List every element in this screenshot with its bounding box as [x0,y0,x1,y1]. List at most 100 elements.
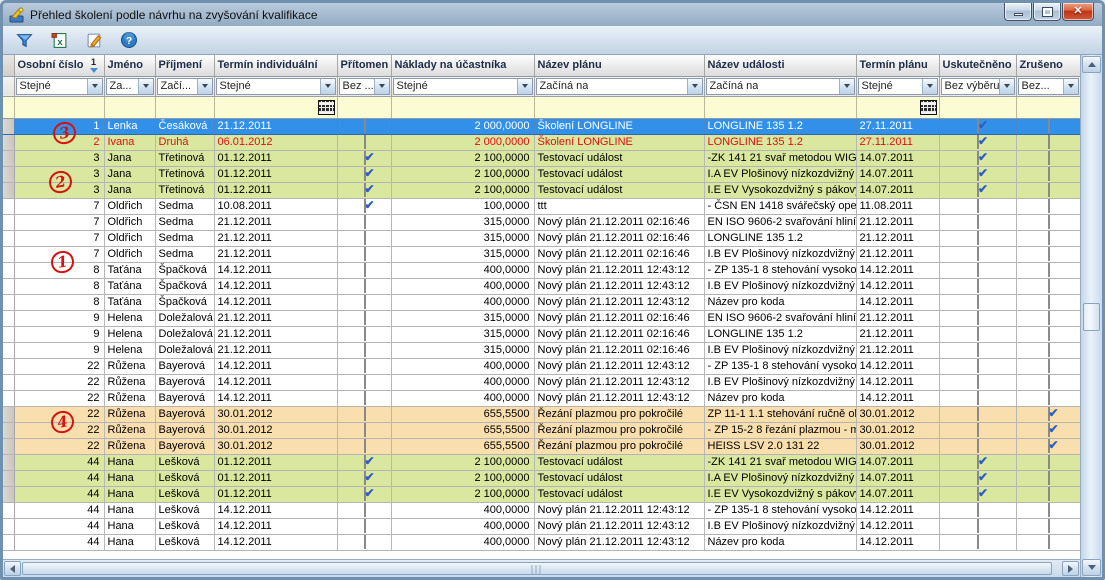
zruseno-checkbox[interactable] [1048,423,1050,437]
table-row[interactable]: 22 Růžena Bayerová 30.01.2012 655,5500 Ř… [3,422,1080,438]
uskutecneno-checkbox[interactable] [977,119,979,133]
pritomen-checkbox[interactable] [364,519,366,533]
zruseno-checkbox[interactable] [1048,295,1050,309]
table-row[interactable]: 44 Hana Lešková 14.12.2011 400,0000 Nový… [3,534,1080,550]
filter-input-pritomen[interactable] [337,96,391,118]
pritomen-checkbox[interactable] [364,439,366,453]
zruseno-checkbox[interactable] [1048,247,1050,261]
table-row[interactable]: 3 Jana Třetinová 01.12.2011 2 100,0000 T… [3,182,1080,198]
column-header-nazev-planu[interactable]: Název plánu [534,55,704,76]
vertical-scrollbar[interactable] [1080,55,1102,577]
table-row[interactable]: 9 Helena Doležalová 21.12.2011 315,0000 … [3,310,1080,326]
filter-combo-nazev-udalosti[interactable]: Začíná na [706,78,855,95]
uskutecneno-checkbox[interactable] [977,263,979,277]
table-row[interactable]: 8 Taťána Špačková 14.12.2011 400,0000 No… [3,262,1080,278]
pritomen-checkbox[interactable] [364,199,366,213]
pritomen-checkbox[interactable] [364,407,366,421]
pritomen-checkbox[interactable] [364,327,366,341]
pritomen-checkbox[interactable] [364,487,366,501]
table-row[interactable]: 44 Hana Lešková 01.12.2011 2 100,0000 Te… [3,454,1080,470]
pritomen-checkbox[interactable] [364,455,366,469]
filter-combo-osobni-cislo[interactable]: Stejné [16,78,103,95]
table-row[interactable]: 22 Růžena Bayerová 30.01.2012 655,5500 Ř… [3,438,1080,454]
uskutecneno-checkbox[interactable] [977,295,979,309]
uskutecneno-checkbox[interactable] [977,311,979,325]
column-header-uskutecneno[interactable]: Uskutečněno [939,55,1016,76]
filter-combo-nazev-planu[interactable]: Začíná na [536,78,703,95]
table-row[interactable]: 44 Hana Lešková 14.12.2011 400,0000 Nový… [3,518,1080,534]
filter-input-jmeno[interactable] [104,96,155,118]
pritomen-checkbox[interactable] [364,119,366,133]
zruseno-checkbox[interactable] [1048,231,1050,245]
vertical-scrollbar-thumb[interactable] [1083,303,1100,331]
table-row[interactable]: 44 Hana Lešková 01.12.2011 2 100,0000 Te… [3,470,1080,486]
uskutecneno-checkbox[interactable] [977,519,979,533]
table-row[interactable]: 3 Jana Třetinová 01.12.2011 2 100,0000 T… [3,166,1080,182]
filter-input-uskutecneno[interactable] [939,96,1016,118]
calendar-icon[interactable] [318,100,335,115]
filter-combo-pritomen[interactable]: Bez ... [339,78,390,95]
uskutecneno-checkbox[interactable] [977,439,979,453]
edit-button[interactable] [83,29,105,51]
filter-input-termin-planu[interactable] [856,96,939,118]
uskutecneno-checkbox[interactable] [977,487,979,501]
table-row[interactable]: 9 Helena Doležalová 21.12.2011 315,0000 … [3,326,1080,342]
pritomen-checkbox[interactable] [364,151,366,165]
pritomen-checkbox[interactable] [364,503,366,517]
zruseno-checkbox[interactable] [1048,343,1050,357]
horizontal-scrollbar[interactable] [3,559,1080,577]
pritomen-checkbox[interactable] [364,423,366,437]
table-row[interactable]: 22 Růžena Bayerová 14.12.2011 400,0000 N… [3,390,1080,406]
table-row[interactable]: 44 Hana Lešková 01.12.2011 2 100,0000 Te… [3,486,1080,502]
zruseno-checkbox[interactable] [1048,279,1050,293]
table-row[interactable]: 8 Taťána Špačková 14.12.2011 400,0000 No… [3,278,1080,294]
uskutecneno-checkbox[interactable] [977,199,979,213]
filter-button[interactable] [13,29,35,51]
uskutecneno-checkbox[interactable] [977,343,979,357]
uskutecneno-checkbox[interactable] [977,407,979,421]
column-header-jmeno[interactable]: Jméno [104,55,155,76]
scroll-up-button[interactable] [1082,56,1101,73]
zruseno-checkbox[interactable] [1048,263,1050,277]
pritomen-checkbox[interactable] [364,343,366,357]
uskutecneno-checkbox[interactable] [977,135,979,149]
table-row[interactable]: 22 Růžena Bayerová 14.12.2011 400,0000 N… [3,374,1080,390]
pritomen-checkbox[interactable] [364,471,366,485]
pritomen-checkbox[interactable] [364,215,366,229]
scroll-right-button[interactable] [1062,561,1079,576]
zruseno-checkbox[interactable] [1048,215,1050,229]
filter-combo-uskutecneno[interactable]: Bez výběru [941,78,1015,95]
pritomen-checkbox[interactable] [364,311,366,325]
filter-input-naklady[interactable] [391,96,534,118]
zruseno-checkbox[interactable] [1048,375,1050,389]
table-row[interactable]: 2 Ivana Druhá 06.01.2012 2 000,0000 Škol… [3,134,1080,150]
pritomen-checkbox[interactable] [364,167,366,181]
filter-combo-zruseno[interactable]: Bez... [1018,78,1079,95]
zruseno-checkbox[interactable] [1048,135,1050,149]
help-button[interactable]: ? [118,29,140,51]
column-header-zruseno[interactable]: Zrušeno [1016,55,1080,76]
table-row[interactable]: 8 Taťána Špačková 14.12.2011 400,0000 No… [3,294,1080,310]
filter-input-nazev-planu[interactable] [534,96,704,118]
uskutecneno-checkbox[interactable] [977,391,979,405]
column-header-naklady[interactable]: Náklady na účastníka [391,55,534,76]
uskutecneno-checkbox[interactable] [977,215,979,229]
filter-combo-termin-individualni[interactable]: Stejné [216,78,336,95]
table-row[interactable]: 9 Helena Doležalová 21.12.2011 315,0000 … [3,342,1080,358]
close-button[interactable]: ✕ [1062,3,1094,21]
column-header-prijmeni[interactable]: Příjmení [155,55,214,76]
column-header-nazev-udalosti[interactable]: Název události [704,55,856,76]
scroll-left-button[interactable] [4,561,21,576]
table-row[interactable]: 22 Růžena Bayerová 30.01.2012 655,5500 Ř… [3,406,1080,422]
pritomen-checkbox[interactable] [364,263,366,277]
calendar-icon[interactable] [920,100,937,115]
minimize-button[interactable] [1004,3,1032,21]
table-row[interactable]: 3 Jana Třetinová 01.12.2011 2 100,0000 T… [3,150,1080,166]
pritomen-checkbox[interactable] [364,391,366,405]
pritomen-checkbox[interactable] [364,295,366,309]
filter-combo-prijmeni[interactable]: Začí... [157,78,213,95]
pritomen-checkbox[interactable] [364,535,366,549]
uskutecneno-checkbox[interactable] [977,503,979,517]
column-header-termin-individualni[interactable]: Termín individuální [214,55,337,76]
zruseno-checkbox[interactable] [1048,455,1050,469]
